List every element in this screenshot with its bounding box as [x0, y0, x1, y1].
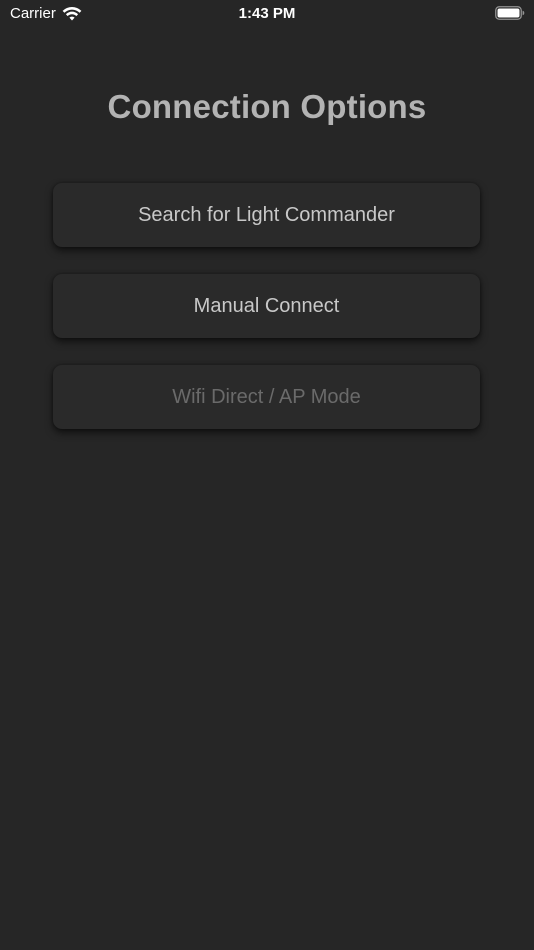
status-bar: Carrier 1:43 PM: [0, 0, 534, 28]
search-button-label: Search for Light Commander: [138, 203, 395, 226]
battery-icon: [495, 6, 525, 20]
manual-connect-button[interactable]: Manual Connect: [53, 274, 480, 338]
manual-connect-button-label: Manual Connect: [193, 294, 340, 317]
search-light-commander-button[interactable]: Search for Light Commander: [53, 183, 480, 247]
status-time: 1:43 PM: [238, 5, 296, 22]
page-title: Connection Options: [107, 88, 427, 125]
wifi-direct-button-label: Wifi Direct / AP Mode: [172, 385, 361, 408]
wifi-direct-ap-mode-button[interactable]: Wifi Direct / AP Mode: [53, 365, 480, 429]
